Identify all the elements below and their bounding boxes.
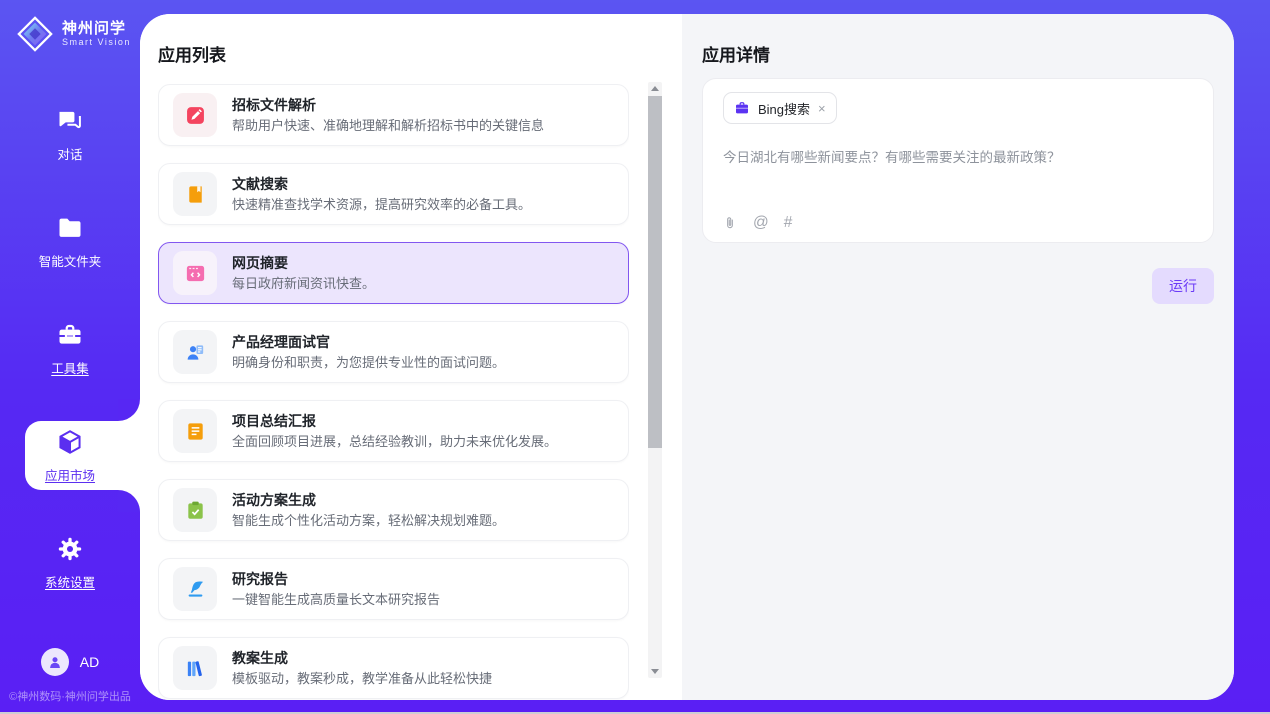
app-card-desc: 一键智能生成高质量长文本研究报告 [232,591,440,608]
tab-curve-top [118,399,140,421]
sidebar-item-smart-folder[interactable]: 智能文件夹 [0,203,140,280]
scrollbar-thumb[interactable] [648,96,662,448]
brand-text: 神州问学 Smart Vision [62,20,131,48]
attachment-icon[interactable] [722,215,738,231]
app-card-title: 研究报告 [232,571,440,587]
app-card-text: 项目总结汇报 全面回顾项目进展，总结经验教训，助力未来优化发展。 [232,413,557,450]
run-button[interactable]: 运行 [1152,268,1214,304]
app-card-research-report[interactable]: 研究报告 一键智能生成高质量长文本研究报告 [158,558,629,620]
books-icon [173,646,217,690]
sidebar-item-label: 系统设置 [45,572,95,591]
toolbox-icon [56,321,84,349]
main-content: 应用列表 招标文件解析 帮助用户快速、准确地理解和解析招标书中的关键信息 [140,14,1234,700]
browser-code-icon [173,251,217,295]
sidebar: 神州问学 Smart Vision 对话 [0,0,140,714]
cube-icon [56,428,84,456]
sidebar-nav: 对话 智能文件夹 [0,96,140,601]
sidebar-item-settings[interactable]: 系统设置 [0,524,140,601]
app-card-text: 产品经理面试官 明确身份和职责，为您提供专业性的面试问题。 [232,334,505,371]
interviewer-icon [173,330,217,374]
tab-curve-bottom [118,490,140,512]
sidebar-item-label: 智能文件夹 [39,251,102,270]
brand-subtitle: Smart Vision [62,37,131,48]
app-card-desc: 模板驱动，教案秒成，教学准备从此轻松快捷 [232,670,492,687]
app-card-desc: 明确身份和职责，为您提供专业性的面试问题。 [232,354,505,371]
app-card-title: 产品经理面试官 [232,334,505,350]
scrollbar[interactable] [648,82,662,678]
app-card-desc: 智能生成个性化活动方案，轻松解决规划难题。 [232,512,505,529]
ink-quill-icon [173,567,217,611]
clipboard-check-icon [173,488,217,532]
tool-chip-bing-search[interactable]: Bing搜索 × [723,92,837,124]
user-account[interactable]: AD [0,648,140,676]
avatar [41,648,69,676]
app-card-lesson-plan[interactable]: 教案生成 模板驱动，教案秒成，教学准备从此轻松快捷 [158,637,629,699]
sidebar-item-label: 应用市场 [45,465,95,484]
app-card-title: 网页摘要 [232,255,375,271]
app-list-panel: 应用列表 招标文件解析 帮助用户快速、准确地理解和解析招标书中的关键信息 [140,14,682,700]
app-card-literature-search[interactable]: 文献搜索 快速精准查找学术资源，提高研究效率的必备工具。 [158,163,629,225]
brand-logo: 神州问学 Smart Vision [0,0,140,53]
app-card-desc: 快速精准查找学术资源，提高研究效率的必备工具。 [232,196,531,213]
app-card-title: 活动方案生成 [232,492,505,508]
app-card-desc: 帮助用户快速、准确地理解和解析招标书中的关键信息 [232,117,544,134]
pen-square-icon [173,93,217,137]
app-card-title: 文献搜索 [232,176,531,192]
chip-close-icon[interactable]: × [818,102,826,115]
app-card-web-summary[interactable]: 网页摘要 每日政府新闻资讯快查。 [158,242,629,304]
prompt-input[interactable]: 今日湖北有哪些新闻要点？有哪些需要关注的最新政策？ [723,148,1193,167]
scrollbar-down-arrow[interactable] [648,664,662,678]
sidebar-item-app-market[interactable]: 应用市场 [0,417,140,494]
mention-icon[interactable]: @ [753,215,769,231]
composer-toolbar: @ # [722,215,792,231]
book-icon [173,172,217,216]
app-card-text: 文献搜索 快速精准查找学术资源，提高研究效率的必备工具。 [232,176,531,213]
gear-icon [56,535,84,563]
app-card-text: 网页摘要 每日政府新闻资讯快查。 [232,255,375,292]
app-card-project-summary[interactable]: 项目总结汇报 全面回顾项目进展，总结经验教训，助力未来优化发展。 [158,400,629,462]
app-detail-panel: 应用详情 Bing搜索 × 今日湖北有哪些新闻要点？有哪些需要关注的最新政策？ [682,14,1234,700]
app-card-desc: 每日政府新闻资讯快查。 [232,275,375,292]
chat-icon [56,107,84,135]
app-card-list: 招标文件解析 帮助用户快速、准确地理解和解析招标书中的关键信息 文献搜索 快速精… [158,84,629,700]
briefcase-icon [734,100,750,116]
app-card-title: 教案生成 [232,650,492,666]
run-row: 运行 [682,243,1234,304]
app-card-text: 活动方案生成 智能生成个性化活动方案，轻松解决规划难题。 [232,492,505,529]
app-card-text: 教案生成 模板驱动，教案秒成，教学准备从此轻松快捷 [232,650,492,687]
person-icon [46,653,64,671]
sidebar-item-label: 工具集 [51,358,89,377]
app-card-text: 招标文件解析 帮助用户快速、准确地理解和解析招标书中的关键信息 [232,97,544,134]
app-card-bid-parse[interactable]: 招标文件解析 帮助用户快速、准确地理解和解析招标书中的关键信息 [158,84,629,146]
app-card-event-plan[interactable]: 活动方案生成 智能生成个性化活动方案，轻松解决规划难题。 [158,479,629,541]
sidebar-item-chat[interactable]: 对话 [0,96,140,173]
app-card-pm-interviewer[interactable]: 产品经理面试官 明确身份和职责，为您提供专业性的面试问题。 [158,321,629,383]
report-doc-icon [173,409,217,453]
folder-icon [56,214,84,242]
app-list-title: 应用列表 [140,14,682,66]
tool-chip-label: Bing搜索 [758,99,810,118]
prompt-card: Bing搜索 × 今日湖北有哪些新闻要点？有哪些需要关注的最新政策？ @ # [702,78,1214,243]
topic-icon[interactable]: # [784,215,793,231]
app-card-desc: 全面回顾项目进展，总结经验教训，助力未来优化发展。 [232,433,557,450]
app-card-title: 项目总结汇报 [232,413,557,429]
brand-name: 神州问学 [62,20,131,37]
user-name: AD [80,654,99,670]
scrollbar-up-arrow[interactable] [648,82,662,96]
sidebar-item-label: 对话 [57,144,82,163]
sidebar-item-toolset[interactable]: 工具集 [0,310,140,387]
app-detail-title: 应用详情 [682,14,1234,66]
app-card-title: 招标文件解析 [232,97,544,113]
copyright: ©神州数码·神州问学出品 [0,688,140,704]
brand-diamond-icon [16,15,54,53]
app-card-text: 研究报告 一键智能生成高质量长文本研究报告 [232,571,440,608]
